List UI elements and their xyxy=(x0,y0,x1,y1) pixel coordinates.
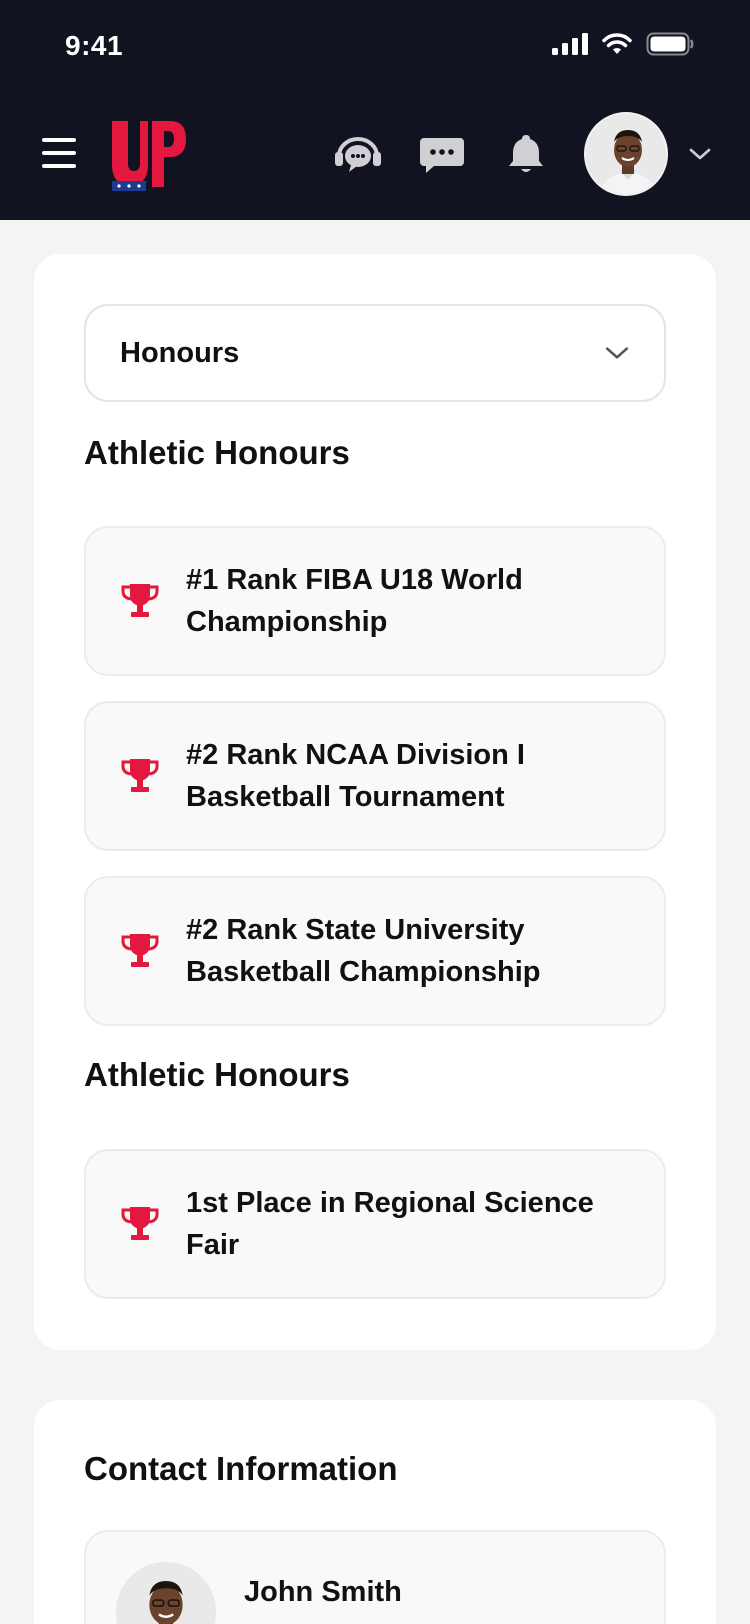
chevron-down-icon xyxy=(605,347,629,359)
honour-item: #2 Rank State University Basketball Cham… xyxy=(84,876,666,1026)
contact-card: Contact Information John Smith xyxy=(34,1400,716,1624)
honour-text: #2 Rank State University Basketball Cham… xyxy=(186,914,541,988)
contact-name: John Smith xyxy=(244,1576,402,1608)
top-bar: 9:41 xyxy=(0,0,750,220)
honour-item: #2 Rank NCAA Division I Basketball Tourn… xyxy=(84,701,666,851)
honours-select[interactable]: Honours xyxy=(84,304,666,402)
trophy-icon xyxy=(121,584,159,617)
bell-icon[interactable] xyxy=(500,132,552,176)
honour-item: #1 Rank FIBA U18 World Championship xyxy=(84,526,666,676)
honour-text: #1 Rank FIBA U18 World Championship xyxy=(186,564,523,638)
honour-item: 1st Place in Regional Science Fair xyxy=(84,1149,666,1299)
support-chat-icon[interactable] xyxy=(332,132,384,176)
battery-icon xyxy=(646,32,694,56)
wifi-icon xyxy=(602,33,632,54)
section-title: Athletic Honours xyxy=(84,434,350,471)
up-logo[interactable] xyxy=(110,115,190,195)
trophy-icon xyxy=(121,759,159,792)
honour-text: #2 Rank NCAA Division I Basketball Tourn… xyxy=(186,739,525,813)
contact-avatar xyxy=(116,1562,216,1624)
messages-icon[interactable] xyxy=(416,132,468,176)
honours-select-value: Honours xyxy=(120,336,240,369)
status-time: 9:41 xyxy=(65,30,124,61)
honour-text: 1st Place in Regional Science Fair xyxy=(186,1187,594,1261)
contact-title: Contact Information xyxy=(84,1450,398,1487)
honours-card: Honours Athletic Honours #1 Rank FIBA U1… xyxy=(34,254,716,1350)
trophy-icon xyxy=(121,934,159,967)
section-title: Athletic Honours xyxy=(84,1056,350,1093)
chevron-down-icon[interactable] xyxy=(688,142,712,166)
contact-item[interactable]: John Smith xyxy=(84,1530,666,1624)
menu-icon[interactable] xyxy=(42,138,76,168)
signal-icon xyxy=(552,33,588,55)
status-icons xyxy=(552,32,694,56)
user-avatar[interactable] xyxy=(584,112,668,196)
trophy-icon xyxy=(121,1207,159,1240)
